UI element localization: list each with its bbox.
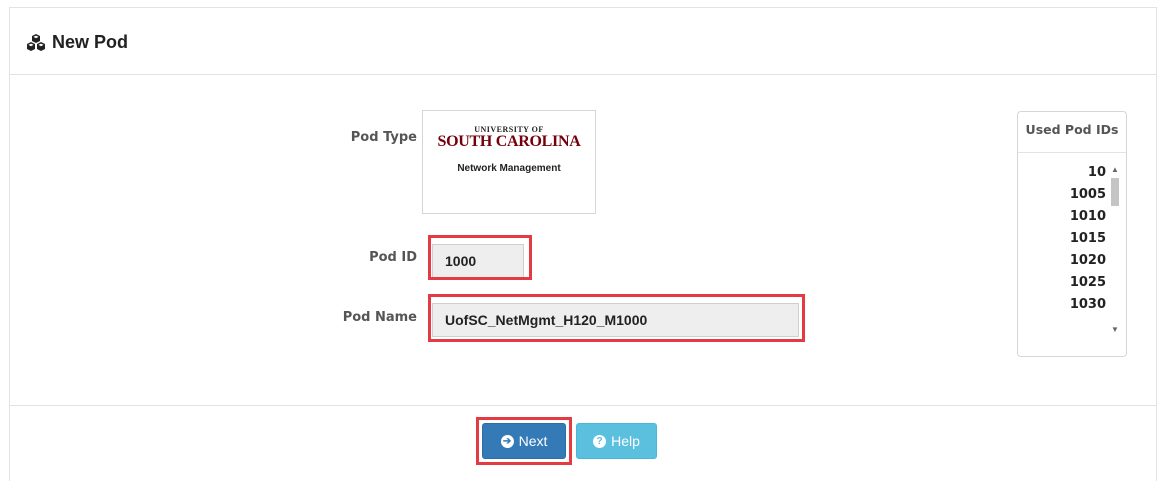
- list-item: 1020: [1069, 253, 1106, 268]
- logo-line-network-management: Network Management: [457, 163, 561, 174]
- used-pod-ids-panel: Used Pod IDs 10 1005 1010 1015 1020 1025…: [1017, 111, 1127, 357]
- new-pod-panel: New Pod: [9, 7, 1157, 486]
- list-item: 1010: [1069, 209, 1106, 224]
- help-button[interactable]: ? Help: [576, 423, 657, 459]
- list-item: 1005: [1069, 187, 1106, 202]
- list-item: 10: [1087, 165, 1106, 180]
- pod-name-highlight: [428, 294, 805, 342]
- page-title: New Pod: [26, 32, 128, 53]
- pod-id-highlight: [428, 235, 532, 280]
- scroll-up-icon[interactable]: ▲: [1108, 164, 1122, 176]
- used-pod-ids-title: Used Pod IDs: [1025, 122, 1119, 137]
- used-pod-ids-scrollbar[interactable]: ▲ ▼: [1108, 164, 1122, 336]
- list-item: 1025: [1069, 275, 1106, 290]
- pod-name-label: Pod Name: [342, 310, 417, 325]
- pod-type-label: Pod Type: [350, 130, 417, 145]
- pod-id-label: Pod ID: [369, 250, 417, 265]
- cubes-icon: [27, 33, 45, 51]
- list-item: 1015: [1069, 231, 1106, 246]
- panel-header: New Pod: [10, 8, 1156, 75]
- list-item: 1030: [1069, 297, 1106, 312]
- page-title-text: New Pod: [52, 32, 129, 52]
- scrollbar-thumb[interactable]: [1111, 178, 1119, 206]
- scroll-down-icon[interactable]: ▼: [1108, 324, 1122, 336]
- help-button-label: Help: [611, 433, 640, 449]
- question-circle-icon: ?: [593, 434, 607, 448]
- next-button-highlight: [476, 417, 572, 465]
- logo-line-south-carolina: SOUTH CAROLINA: [437, 133, 581, 150]
- used-pod-ids-list[interactable]: 10 1005 1010 1015 1020 1025 1030: [1018, 162, 1108, 344]
- pod-type-logo[interactable]: UNIVERSITY OF SOUTH CAROLINA Network Man…: [422, 110, 596, 214]
- divider: [1018, 152, 1126, 153]
